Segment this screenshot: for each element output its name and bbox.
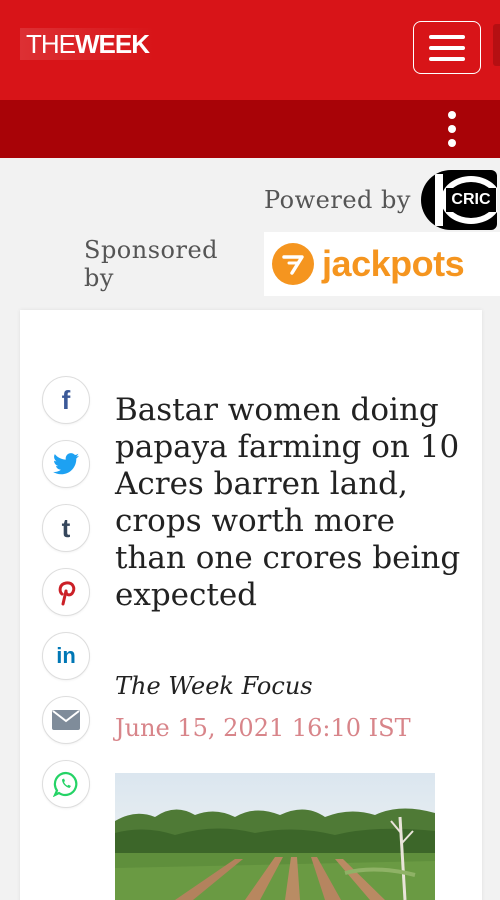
powered-by-label: Powered by — [264, 186, 411, 214]
hamburger-icon-bar — [429, 56, 465, 61]
jackpots-logo[interactable]: jackpots — [264, 232, 500, 296]
article-author[interactable]: The Week Focus — [115, 672, 313, 700]
facebook-icon: f — [61, 384, 71, 415]
farm-field-image — [115, 773, 435, 900]
pinterest-icon — [58, 581, 76, 606]
article-headline[interactable]: Bastar women doing papaya farming on 10 … — [115, 392, 475, 614]
hamburger-icon — [429, 34, 465, 39]
sub-navigation-bar — [0, 100, 500, 158]
article-date: June 15, 2021 16:10 IST — [115, 714, 411, 742]
share-email-button[interactable] — [42, 696, 90, 744]
whatsapp-icon — [53, 771, 78, 797]
vertical-dots-icon — [448, 111, 456, 119]
jackpots-badge-icon — [272, 243, 315, 285]
logo-week: WEEK — [75, 28, 150, 59]
share-twitter-button[interactable] — [42, 440, 90, 488]
cric-logo-text: CRIC — [445, 188, 496, 212]
share-facebook-button[interactable]: f — [42, 376, 90, 424]
article-photo[interactable] — [115, 773, 435, 900]
share-linkedin-button[interactable]: in — [42, 632, 90, 680]
jackpots-wordmark: jackpots — [322, 243, 465, 284]
jackpots-seven-icon — [282, 255, 304, 275]
offscreen-edge — [493, 24, 500, 66]
dot — [448, 125, 456, 133]
tumblr-icon: t — [61, 512, 71, 543]
logo-the: THE — [26, 28, 76, 59]
header-bar: THE WEEK — [0, 0, 500, 100]
linkedin-icon: in — [56, 643, 76, 668]
share-tumblr-button[interactable]: t — [42, 504, 90, 552]
sponsored-by-label: Sponsored by — [84, 236, 219, 292]
share-whatsapp-button[interactable] — [42, 760, 90, 808]
twitter-icon — [53, 453, 79, 475]
sponsored-by-row: Sponsored by jackpots — [84, 232, 500, 296]
email-icon — [52, 710, 80, 730]
more-options-button[interactable] — [437, 104, 467, 154]
site-logo[interactable]: THE WEEK — [20, 28, 155, 60]
share-pinterest-button[interactable] — [42, 568, 90, 616]
hamburger-icon-bar — [429, 45, 465, 50]
dot — [448, 139, 456, 147]
cric-logo[interactable]: CRIC — [420, 170, 497, 230]
powered-by-row: Powered by CRIC — [264, 170, 497, 230]
menu-button[interactable] — [413, 21, 481, 74]
